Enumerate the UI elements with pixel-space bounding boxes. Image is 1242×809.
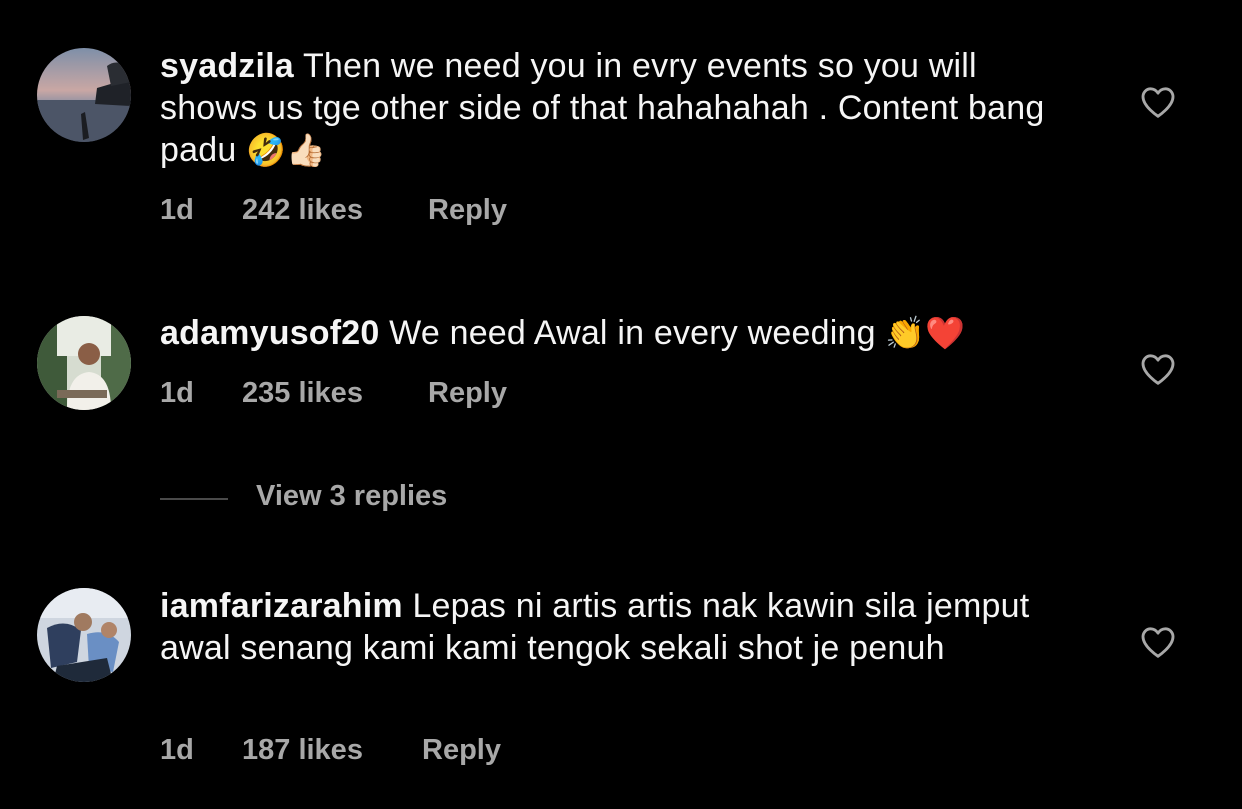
comment-likes[interactable]: 187 likes — [242, 734, 363, 767]
comment-likes[interactable]: 242 likes — [242, 194, 363, 227]
comment-emoji: 🤣👍🏻 — [246, 131, 327, 169]
comment-text: syadzila Then we need you in evry events… — [160, 45, 1080, 171]
view-replies-label[interactable]: View 3 replies — [256, 480, 447, 513]
comment-emoji: 👏❤️ — [885, 314, 966, 352]
comment-body: adamyusof20 We need Awal in every weedin… — [160, 312, 1080, 354]
comment-text: iamfarizarahim Lepas ni artis artis nak … — [160, 585, 1080, 669]
comment-text: adamyusof20 We need Awal in every weedin… — [160, 312, 1080, 354]
heart-outline-icon[interactable] — [1140, 625, 1176, 659]
reply-button[interactable]: Reply — [422, 734, 501, 767]
comment-likes[interactable]: 235 likes — [242, 377, 363, 410]
heart-outline-icon[interactable] — [1140, 352, 1176, 386]
comment-time: 1d — [160, 377, 194, 409]
reply-button[interactable]: Reply — [428, 194, 507, 227]
heart-outline-icon[interactable] — [1140, 85, 1176, 119]
comment-message: We need Awal in every weeding — [379, 314, 886, 352]
reply-button[interactable]: Reply — [428, 377, 507, 410]
comment-username[interactable]: iamfarizarahim — [160, 587, 403, 625]
avatar[interactable] — [37, 588, 131, 682]
view-replies-divider — [160, 498, 228, 500]
comment-time: 1d — [160, 734, 194, 766]
comment-username[interactable]: syadzila — [160, 47, 294, 85]
comment-username[interactable]: adamyusof20 — [160, 314, 380, 352]
avatar[interactable] — [37, 48, 131, 142]
comment-body: syadzila Then we need you in evry events… — [160, 45, 1080, 171]
comment-body: iamfarizarahim Lepas ni artis artis nak … — [160, 585, 1080, 669]
comment-time: 1d — [160, 194, 194, 226]
avatar[interactable] — [37, 316, 131, 410]
